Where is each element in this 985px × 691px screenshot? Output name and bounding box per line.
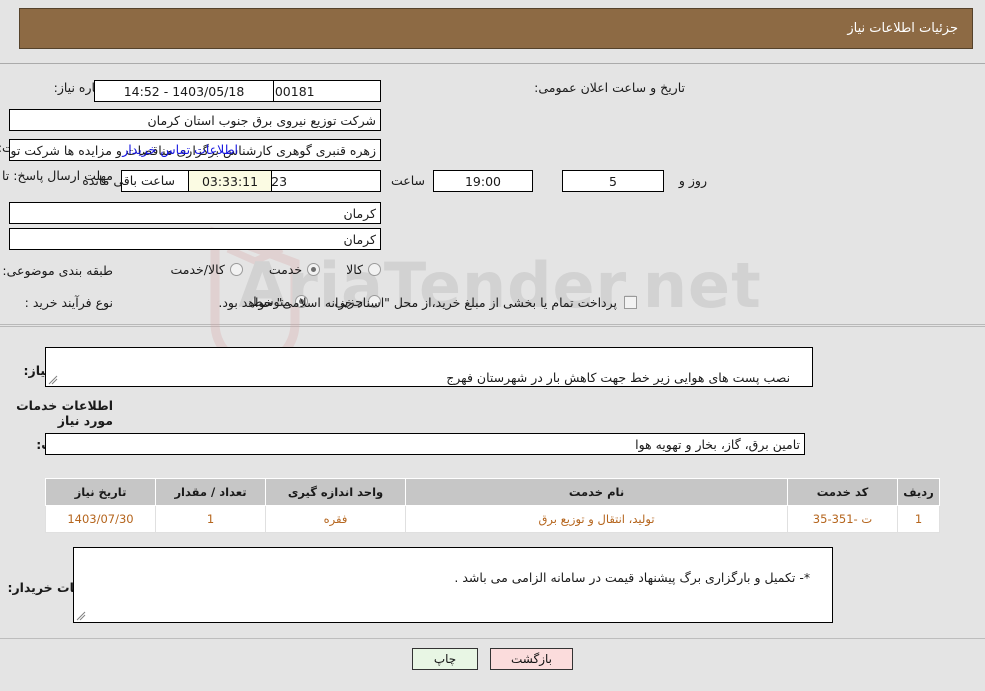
cell-service-code: ت -351-35	[787, 505, 898, 533]
page-title: جزئیات اطلاعات نیاز	[847, 21, 958, 36]
deadline-time-label: ساعت	[390, 173, 425, 188]
deadline-time-field[interactable]: 19:00	[433, 170, 533, 192]
footer-divider	[0, 638, 985, 639]
resize-grip-icon[interactable]	[48, 375, 58, 385]
treasury-checkbox-icon[interactable]	[624, 296, 637, 309]
category-option-label: کالا/خدمت	[170, 262, 225, 277]
cell-service-name: تولید، انتقال و توزیع برق	[405, 505, 788, 533]
category-label: طبقه بندی موضوعی:	[2, 263, 113, 278]
category-label-wrap: طبقه بندی موضوعی:	[2, 263, 113, 278]
column-header-need-date: تاریخ نیاز	[45, 478, 156, 506]
service-group-field[interactable]: تامین برق، گاز، بخار و تهویه هوا	[45, 433, 805, 455]
cell-unit: فقره	[265, 505, 406, 533]
cell-quantity: 1	[155, 505, 266, 533]
need-info-panel	[0, 63, 985, 325]
process-label-wrap: نوع فرآیند خرید :	[25, 295, 113, 310]
cell-need-date: 1403/07/30	[45, 505, 156, 533]
services-table: ردیف کد خدمت نام خدمت واحد اندازه گیری ت…	[45, 478, 940, 533]
category-option-kala-khedmat[interactable]: کالا/خدمت	[170, 262, 243, 277]
buyer-notes-value: *- تکمیل و بارگزاری برگ پیشنهاد قیمت در …	[454, 569, 811, 585]
description-textarea[interactable]: نصب پست های هوایی زیر خط جهت کاهش بار در…	[45, 347, 813, 387]
buyer-contact-link[interactable]: اطلاعات تماس خریدار	[122, 142, 238, 157]
province-field[interactable]: کرمان	[9, 202, 381, 224]
radio-icon[interactable]	[368, 263, 381, 276]
category-option-kala[interactable]: کالا	[346, 262, 381, 277]
announce-datetime-label: تاریخ و ساعت اعلان عمومی:	[534, 80, 685, 95]
column-header-service-name: نام خدمت	[405, 478, 788, 506]
radio-icon[interactable]	[307, 263, 321, 276]
treasury-checkbox-row[interactable]: پرداخت تمام یا بخشی از مبلغ خرید،از محل …	[218, 295, 637, 310]
table-header-row: ردیف کد خدمت نام خدمت واحد اندازه گیری ت…	[45, 478, 940, 506]
column-header-quantity: تعداد / مقدار	[155, 478, 266, 506]
services-section-heading: اطلاعات خدمات مورد نیاز	[16, 398, 113, 428]
description-value: نصب پست های هوایی زیر خط جهت کاهش بار در…	[446, 369, 791, 385]
city-field[interactable]: کرمان	[9, 228, 381, 250]
category-option-label: کالا	[346, 262, 363, 277]
category-option-khedmat[interactable]: خدمت	[268, 262, 321, 277]
column-header-unit: واحد اندازه گیری	[265, 478, 406, 506]
countdown-label: ساعت باقی مانده	[82, 173, 175, 188]
radio-icon[interactable]	[229, 263, 243, 276]
process-label: نوع فرآیند خرید :	[24, 295, 113, 310]
category-option-label: خدمت	[268, 262, 303, 277]
footer-button-bar: بازگشت چاپ	[0, 648, 985, 670]
table-row: 1 ت -351-35 تولید، انتقال و توزیع برق فق…	[45, 505, 940, 533]
cell-row-no: 1	[897, 505, 940, 533]
announce-datetime-field[interactable]: 1403/05/18 - 14:52	[94, 80, 274, 102]
category-radio-group: کالا خدمت کالا/خدمت	[144, 262, 381, 277]
buyer-org-field[interactable]: شرکت توزیع نیروی برق جنوب استان کرمان	[9, 109, 381, 131]
treasury-text: پرداخت تمام یا بخشی از مبلغ خرید،از محل …	[218, 295, 617, 310]
page-header: جزئیات اطلاعات نیاز	[19, 8, 973, 49]
page-root: جزئیات اطلاعات نیاز AriaTender.net شماره…	[0, 0, 985, 691]
back-button[interactable]: بازگشت	[490, 648, 573, 670]
buyer-notes-textarea[interactable]: *- تکمیل و بارگزاری برگ پیشنهاد قیمت در …	[73, 547, 833, 623]
column-header-service-code: کد خدمت	[787, 478, 898, 506]
print-button[interactable]: چاپ	[412, 648, 478, 670]
resize-grip-icon[interactable]	[76, 611, 86, 621]
column-header-row-no: ردیف	[897, 478, 940, 506]
days-remaining-label: روز و	[678, 173, 707, 188]
days-remaining-field[interactable]: 5	[562, 170, 664, 192]
countdown-field: 03:33:11	[188, 170, 272, 192]
announce-datetime-label-wrap: تاریخ و ساعت اعلان عمومی:	[534, 80, 685, 95]
